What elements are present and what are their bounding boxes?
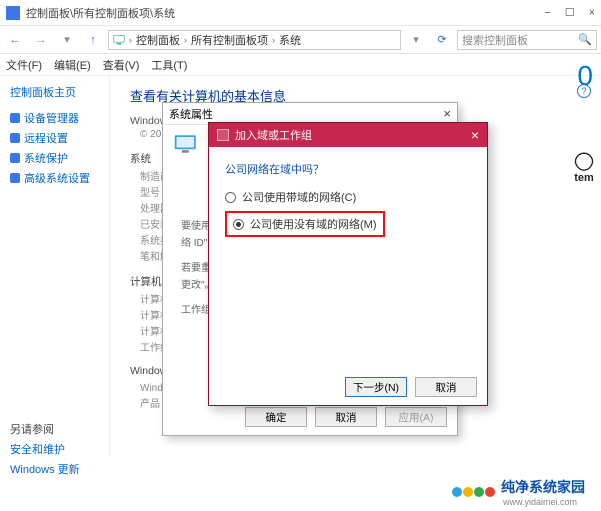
nav-recent-button[interactable]: ▾ — [56, 29, 78, 51]
control-panel-home-link[interactable]: 控制面板主页 — [10, 84, 99, 100]
menu-tools[interactable]: 工具(T) — [151, 57, 187, 73]
wizard-icon — [217, 129, 229, 141]
menu-bar: 文件(F) 编辑(E) 查看(V) 工具(T) — [0, 54, 601, 76]
nav-bar: ← → ▾ ↑ › 控制面板 › 所有控制面板项 › 系统 ▾ ⟳ 搜索控制面板… — [0, 26, 601, 54]
see-also-header: 另请参阅 — [10, 421, 80, 437]
search-placeholder: 搜索控制面板 — [462, 32, 528, 48]
sidebar-item-device-manager[interactable]: 设备管理器 — [10, 110, 99, 126]
breadcrumb[interactable]: › 控制面板 › 所有控制面板项 › 系统 — [108, 30, 401, 50]
brand-icon — [573, 150, 595, 172]
see-also: 另请参阅 安全和维护 Windows 更新 — [10, 421, 80, 477]
sidebar-item-advanced-settings[interactable]: 高级系统设置 — [10, 170, 99, 186]
radio-label: 公司使用带域的网络(C) — [242, 189, 356, 205]
bullet-icon — [10, 133, 20, 143]
wizard-question: 公司网络在域中吗？ — [225, 161, 471, 177]
breadcrumb-item[interactable]: 系统 — [279, 32, 301, 48]
windows-version-number: 0 — [577, 60, 593, 92]
dialog-close-button[interactable]: × — [443, 106, 451, 121]
next-button[interactable]: 下一步(N) — [345, 377, 407, 397]
watermark: 纯净系统家园 www.yidaimei.com — [452, 477, 585, 507]
wizard-titlebar[interactable]: 加入域或工作组 × — [209, 123, 487, 147]
refresh-button[interactable]: ⟳ — [431, 29, 453, 51]
computer-icon — [173, 133, 201, 155]
bullet-icon — [10, 173, 20, 183]
sidebar-item-remote-settings[interactable]: 远程设置 — [10, 130, 99, 146]
wizard-cancel-button[interactable]: 取消 — [415, 377, 477, 397]
watermark-url: www.yidaimei.com — [503, 497, 585, 507]
radio-option-without-domain[interactable]: 公司使用没有域的网络(M) — [233, 216, 377, 232]
search-icon: 🔍 — [578, 33, 592, 46]
menu-edit[interactable]: 编辑(E) — [54, 57, 91, 73]
radio-icon — [233, 219, 244, 230]
minimize-button[interactable]: − — [544, 7, 550, 19]
sidebar: 控制面板主页 设备管理器 远程设置 系统保护 高级系统设置 — [0, 76, 110, 456]
nav-back-button[interactable]: ← — [4, 29, 26, 51]
monitor-icon — [113, 34, 125, 46]
ok-button[interactable]: 确定 — [245, 407, 307, 427]
annotation-highlight: 公司使用没有域的网络(M) — [225, 211, 385, 237]
oem-logo: tem — [571, 150, 597, 210]
bullet-icon — [10, 153, 20, 163]
nav-up-button[interactable]: ↑ — [82, 29, 104, 51]
menu-view[interactable]: 查看(V) — [103, 57, 140, 73]
close-button[interactable]: × — [589, 7, 595, 19]
see-also-windows-update-link[interactable]: Windows 更新 — [10, 461, 80, 477]
radio-option-with-domain[interactable]: 公司使用带域的网络(C) — [225, 189, 471, 205]
watermark-brand: 纯净系统家园 — [501, 477, 585, 497]
bullet-icon — [10, 113, 20, 123]
wizard-title: 加入域或工作组 — [235, 127, 312, 143]
radio-icon — [225, 192, 236, 203]
watermark-logo — [452, 487, 495, 497]
search-input[interactable]: 搜索控制面板 🔍 — [457, 30, 597, 50]
dialog-title: 系统属性 — [169, 106, 213, 122]
breadcrumb-item[interactable]: 控制面板 — [136, 32, 180, 48]
app-icon — [6, 6, 20, 20]
maximize-button[interactable]: ☐ — [565, 6, 575, 19]
breadcrumb-dropdown[interactable]: ▾ — [405, 29, 427, 51]
nav-forward-button[interactable]: → — [30, 29, 52, 51]
breadcrumb-item[interactable]: 所有控制面板项 — [191, 32, 268, 48]
join-domain-wizard-dialog: 加入域或工作组 × 公司网络在域中吗？ 公司使用带域的网络(C) 公司使用没有域… — [208, 122, 488, 406]
window-title-bar: 控制面板\所有控制面板项\系统 − ☐ × — [0, 0, 601, 26]
menu-file[interactable]: 文件(F) — [6, 57, 42, 73]
cancel-button[interactable]: 取消 — [315, 407, 377, 427]
apply-button[interactable]: 应用(A) — [385, 407, 447, 427]
wizard-close-button[interactable]: × — [471, 127, 479, 143]
see-also-security-link[interactable]: 安全和维护 — [10, 441, 80, 457]
sidebar-item-system-protection[interactable]: 系统保护 — [10, 150, 99, 166]
window-title: 控制面板\所有控制面板项\系统 — [26, 5, 544, 21]
radio-label: 公司使用没有域的网络(M) — [250, 216, 377, 232]
